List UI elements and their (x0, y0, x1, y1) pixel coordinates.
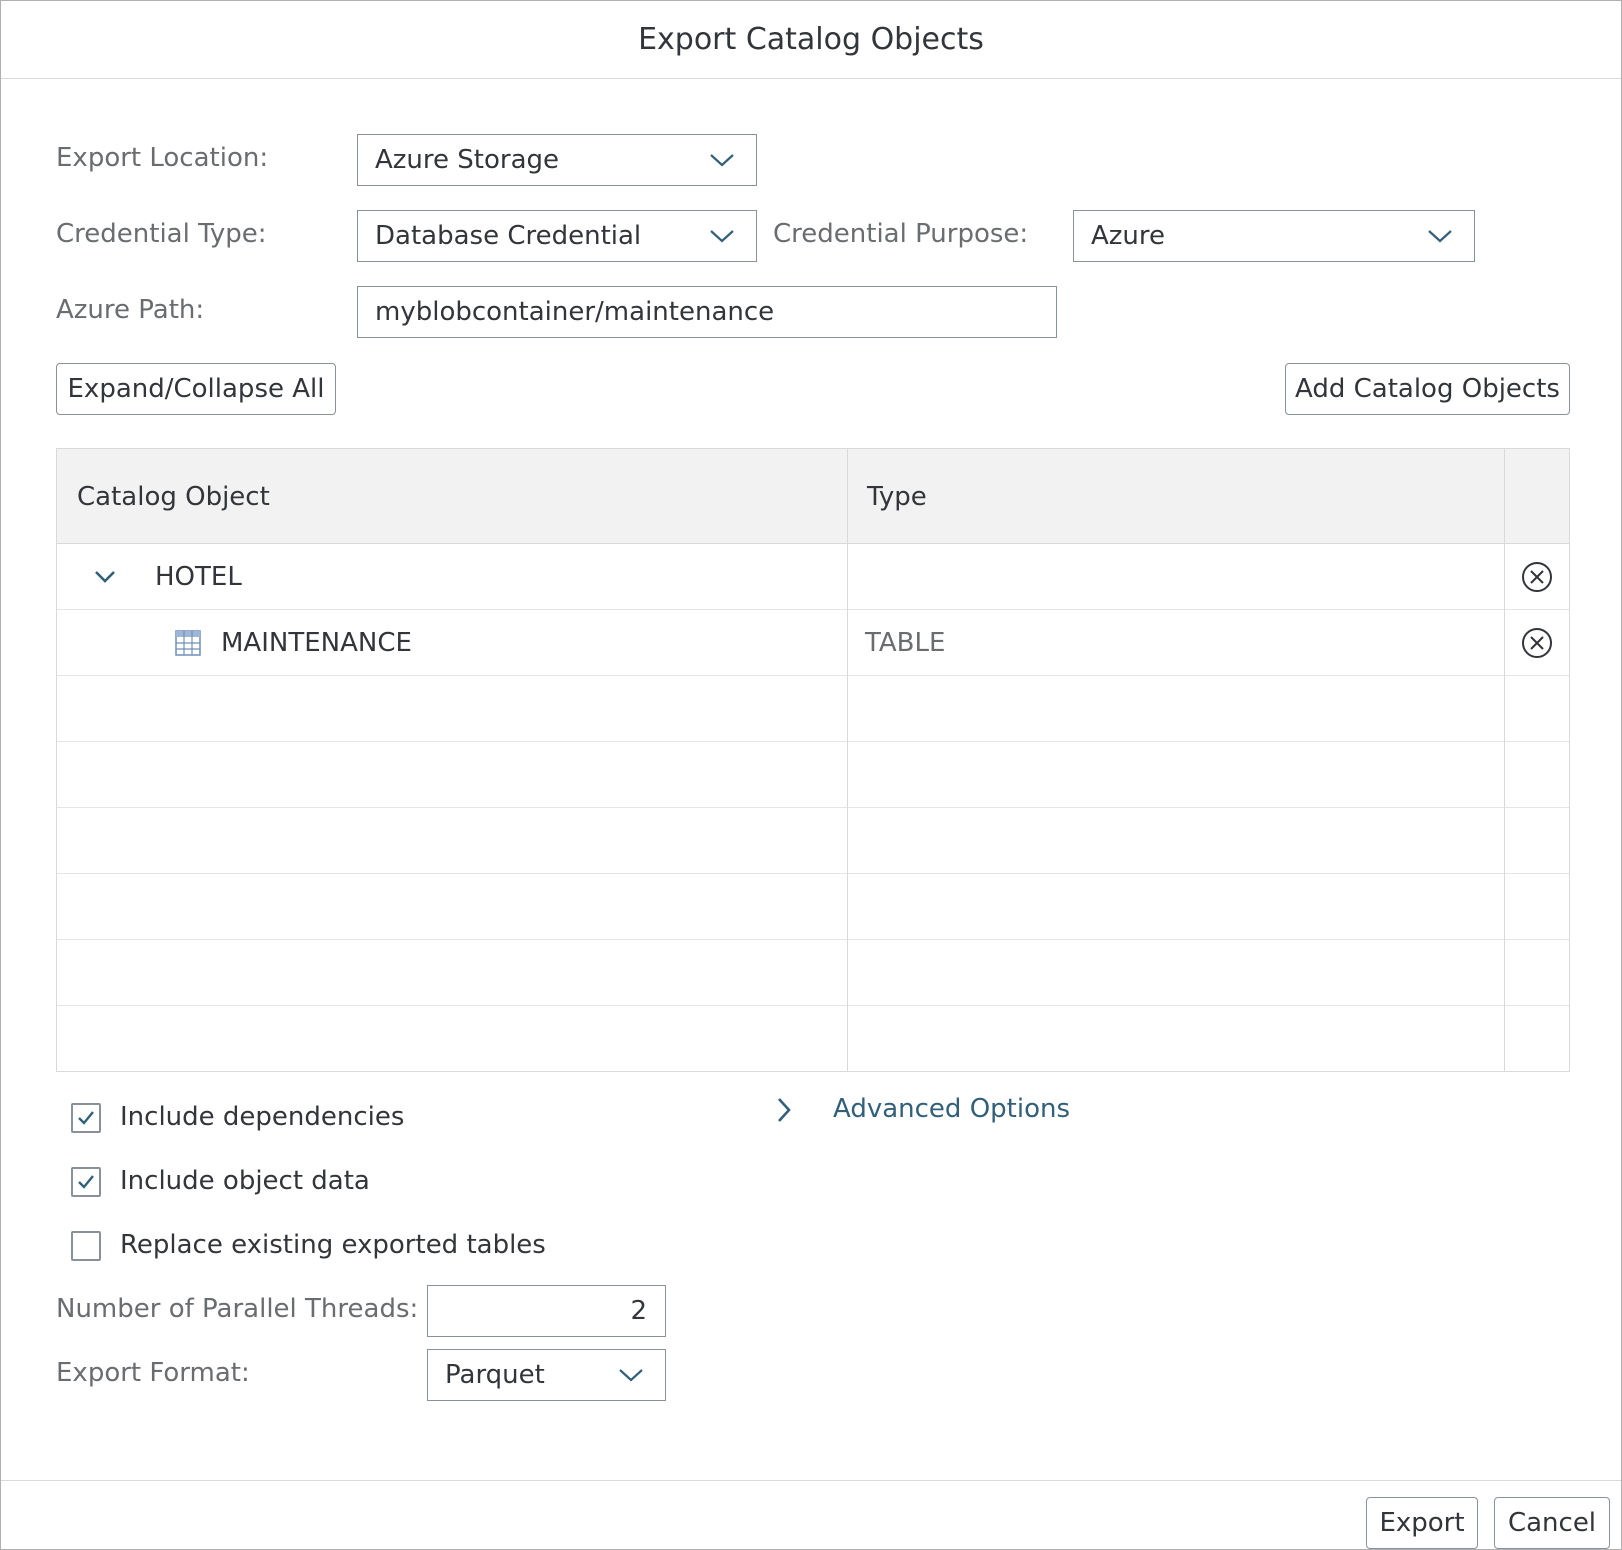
chevron-down-icon (1428, 230, 1452, 243)
parallel-threads-value: 2 (630, 1296, 647, 1326)
column-header-type: Type (867, 481, 927, 512)
chevron-right-icon[interactable] (775, 1095, 793, 1125)
include-dependencies-checkbox[interactable] (71, 1103, 101, 1133)
table-header: Catalog Object Type (57, 449, 1569, 544)
table-row-empty (57, 742, 1569, 808)
azure-path-value: myblobcontainer/maintenance (375, 297, 775, 327)
table-row[interactable]: HOTEL (57, 544, 1569, 610)
parallel-threads-label: Number of Parallel Threads: (56, 1294, 419, 1324)
parallel-threads-input[interactable]: 2 (427, 1285, 666, 1337)
table-row-empty (57, 676, 1569, 742)
remove-circle-icon[interactable] (1521, 561, 1553, 593)
chevron-down-icon (619, 1369, 643, 1382)
dialog-title: Export Catalog Objects (638, 22, 984, 57)
checkmark-icon (78, 1175, 94, 1189)
export-location-select[interactable]: Azure Storage (357, 134, 757, 186)
include-object-data-checkbox[interactable] (71, 1167, 101, 1197)
column-divider (1504, 449, 1505, 1071)
replace-existing-checkbox[interactable] (71, 1231, 101, 1261)
table-row-empty (57, 808, 1569, 874)
table-row-empty (57, 940, 1569, 1006)
export-button[interactable]: Export (1366, 1497, 1478, 1549)
chevron-down-icon (710, 154, 734, 167)
remove-circle-icon[interactable] (1521, 627, 1553, 659)
row-object-type: TABLE (865, 627, 946, 658)
table-icon (175, 630, 201, 656)
catalog-objects-table: Catalog Object Type HOTEL MAINTENANCE TA… (56, 448, 1570, 1072)
add-catalog-objects-button[interactable]: Add Catalog Objects (1285, 363, 1570, 415)
replace-existing-label: Replace existing exported tables (120, 1230, 546, 1260)
azure-path-label: Azure Path: (56, 295, 205, 325)
chevron-down-icon[interactable] (93, 568, 117, 586)
column-divider (847, 449, 848, 1071)
export-location-value: Azure Storage (375, 145, 560, 175)
expand-collapse-all-button[interactable]: Expand/Collapse All (56, 363, 336, 415)
credential-type-select[interactable]: Database Credential (357, 210, 757, 262)
row-object-name: MAINTENANCE (221, 627, 412, 658)
chevron-down-icon (710, 230, 734, 243)
table-row[interactable]: MAINTENANCE TABLE (57, 610, 1569, 676)
checkmark-icon (78, 1111, 94, 1125)
export-format-label: Export Format: (56, 1358, 250, 1388)
cancel-button[interactable]: Cancel (1494, 1497, 1610, 1549)
export-format-select[interactable]: Parquet (427, 1349, 666, 1401)
dialog-header: Export Catalog Objects (1, 1, 1621, 79)
table-row-empty (57, 874, 1569, 940)
azure-path-input[interactable]: myblobcontainer/maintenance (357, 286, 1057, 338)
credential-type-label: Credential Type: (56, 219, 267, 249)
dialog-footer: Export Cancel (1, 1480, 1621, 1550)
export-format-value: Parquet (445, 1360, 545, 1390)
credential-purpose-value: Azure (1091, 221, 1166, 251)
credential-purpose-label: Credential Purpose: (773, 219, 1029, 249)
column-header-catalog-object: Catalog Object (77, 481, 270, 512)
export-location-label: Export Location: (56, 143, 269, 173)
row-object-name: HOTEL (155, 561, 242, 592)
export-dialog: Export Catalog Objects Export Location: … (0, 0, 1622, 1550)
advanced-options-link[interactable]: Advanced Options (833, 1094, 1070, 1124)
table-row-empty (57, 1006, 1569, 1072)
credential-type-value: Database Credential (375, 221, 642, 251)
credential-purpose-select[interactable]: Azure (1073, 210, 1475, 262)
include-object-data-label: Include object data (120, 1166, 370, 1196)
include-dependencies-label: Include dependencies (120, 1102, 405, 1132)
